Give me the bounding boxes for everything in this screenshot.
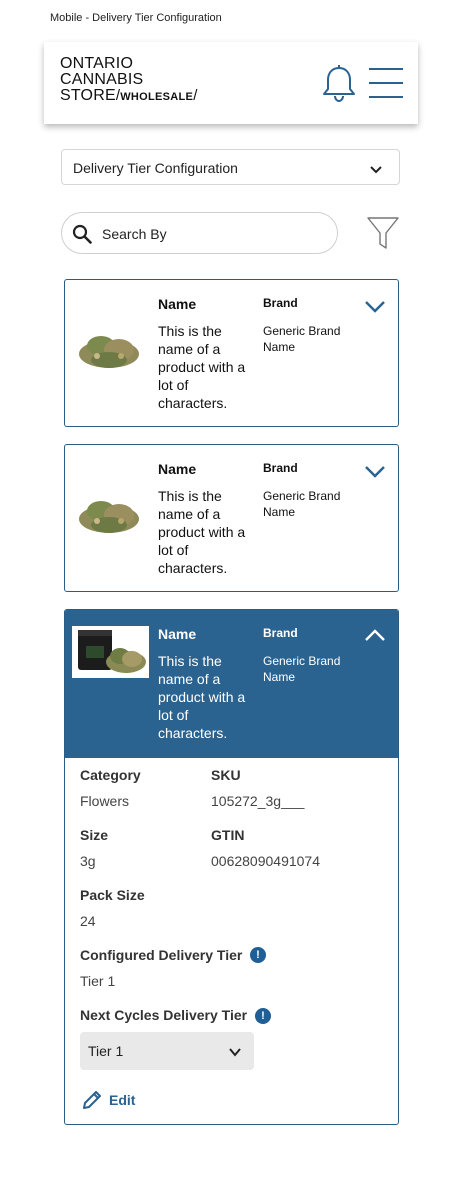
bell-icon[interactable] (322, 64, 356, 102)
chevron-down-icon[interactable] (363, 459, 387, 483)
chevron-down-icon (229, 1048, 241, 1057)
brand-name: Generic Brand Name (263, 324, 341, 354)
chevron-up-icon[interactable] (363, 624, 387, 648)
gtin-label: GTIN (211, 827, 245, 843)
hamburger-menu-icon[interactable] (368, 66, 404, 100)
configured-tier-value: Tier 1 (80, 973, 116, 989)
size-label: Size (80, 827, 109, 843)
product-card[interactable]: Name This is the name of a product with … (64, 279, 399, 427)
brand-name: Generic Brand Name (263, 654, 341, 684)
frame-label: Mobile - Delivery Tier Configuration (50, 12, 222, 24)
next-tier-selected: Tier 1 (88, 1043, 124, 1059)
page-select-value: Delivery Tier Configuration (73, 160, 238, 176)
product-image (79, 501, 139, 533)
product-card-header[interactable]: Name This is the name of a product with … (65, 610, 398, 758)
configured-tier-label: Configured Delivery Tier (80, 947, 243, 963)
pencil-icon (83, 1091, 101, 1109)
brand-label: Brand (263, 296, 298, 310)
edit-label: Edit (109, 1092, 136, 1108)
logo-line-3: STORE (60, 87, 116, 104)
category-label: Category (80, 767, 141, 783)
ocs-logo[interactable]: ONTARIO CANNABIS STORE/WHOLESALE/ (60, 56, 198, 105)
sku-value: 105272_3g___ (211, 793, 305, 809)
logo-line-2: CANNABIS (60, 71, 144, 88)
size-value: 3g (80, 853, 96, 869)
search-bar[interactable] (61, 212, 338, 254)
product-image (79, 336, 139, 368)
brand-label: Brand (263, 461, 298, 475)
sku-label: SKU (211, 767, 241, 783)
logo-wholesale: WHOLESALE (120, 91, 194, 103)
gtin-value: 00628090491074 (211, 853, 321, 869)
info-icon[interactable]: ! (255, 1008, 271, 1024)
name-label: Name (158, 296, 197, 312)
product-card[interactable]: Name This is the name of a product with … (64, 444, 399, 592)
info-icon[interactable]: ! (250, 947, 266, 963)
category-value: Flowers (80, 793, 130, 809)
filter-icon[interactable] (367, 216, 399, 250)
search-icon (72, 224, 92, 244)
next-tier-select[interactable]: Tier 1 (80, 1032, 254, 1070)
product-name: This is the name of a product with a lot… (158, 653, 246, 741)
search-input[interactable] (100, 222, 324, 246)
product-card-expanded[interactable]: Name This is the name of a product with … (64, 609, 399, 1125)
logo-line-1: ONTARIO (60, 55, 134, 72)
product-image (72, 626, 149, 678)
chevron-down-icon[interactable] (363, 294, 387, 318)
app-header: ONTARIO CANNABIS STORE/WHOLESALE/ (44, 42, 418, 124)
product-name: This is the name of a product with a lot… (158, 488, 246, 576)
chevron-down-icon (370, 166, 382, 174)
name-label: Name (158, 461, 197, 477)
page-select-dropdown[interactable]: Delivery Tier Configuration (61, 149, 400, 185)
product-name: This is the name of a product with a lot… (158, 323, 246, 411)
name-label: Name (158, 626, 197, 642)
next-tier-label: Next Cycles Delivery Tier (80, 1007, 248, 1023)
pack-size-label: Pack Size (80, 887, 145, 903)
pack-size-value: 24 (80, 913, 96, 929)
brand-label: Brand (263, 626, 298, 640)
brand-name: Generic Brand Name (263, 489, 341, 519)
